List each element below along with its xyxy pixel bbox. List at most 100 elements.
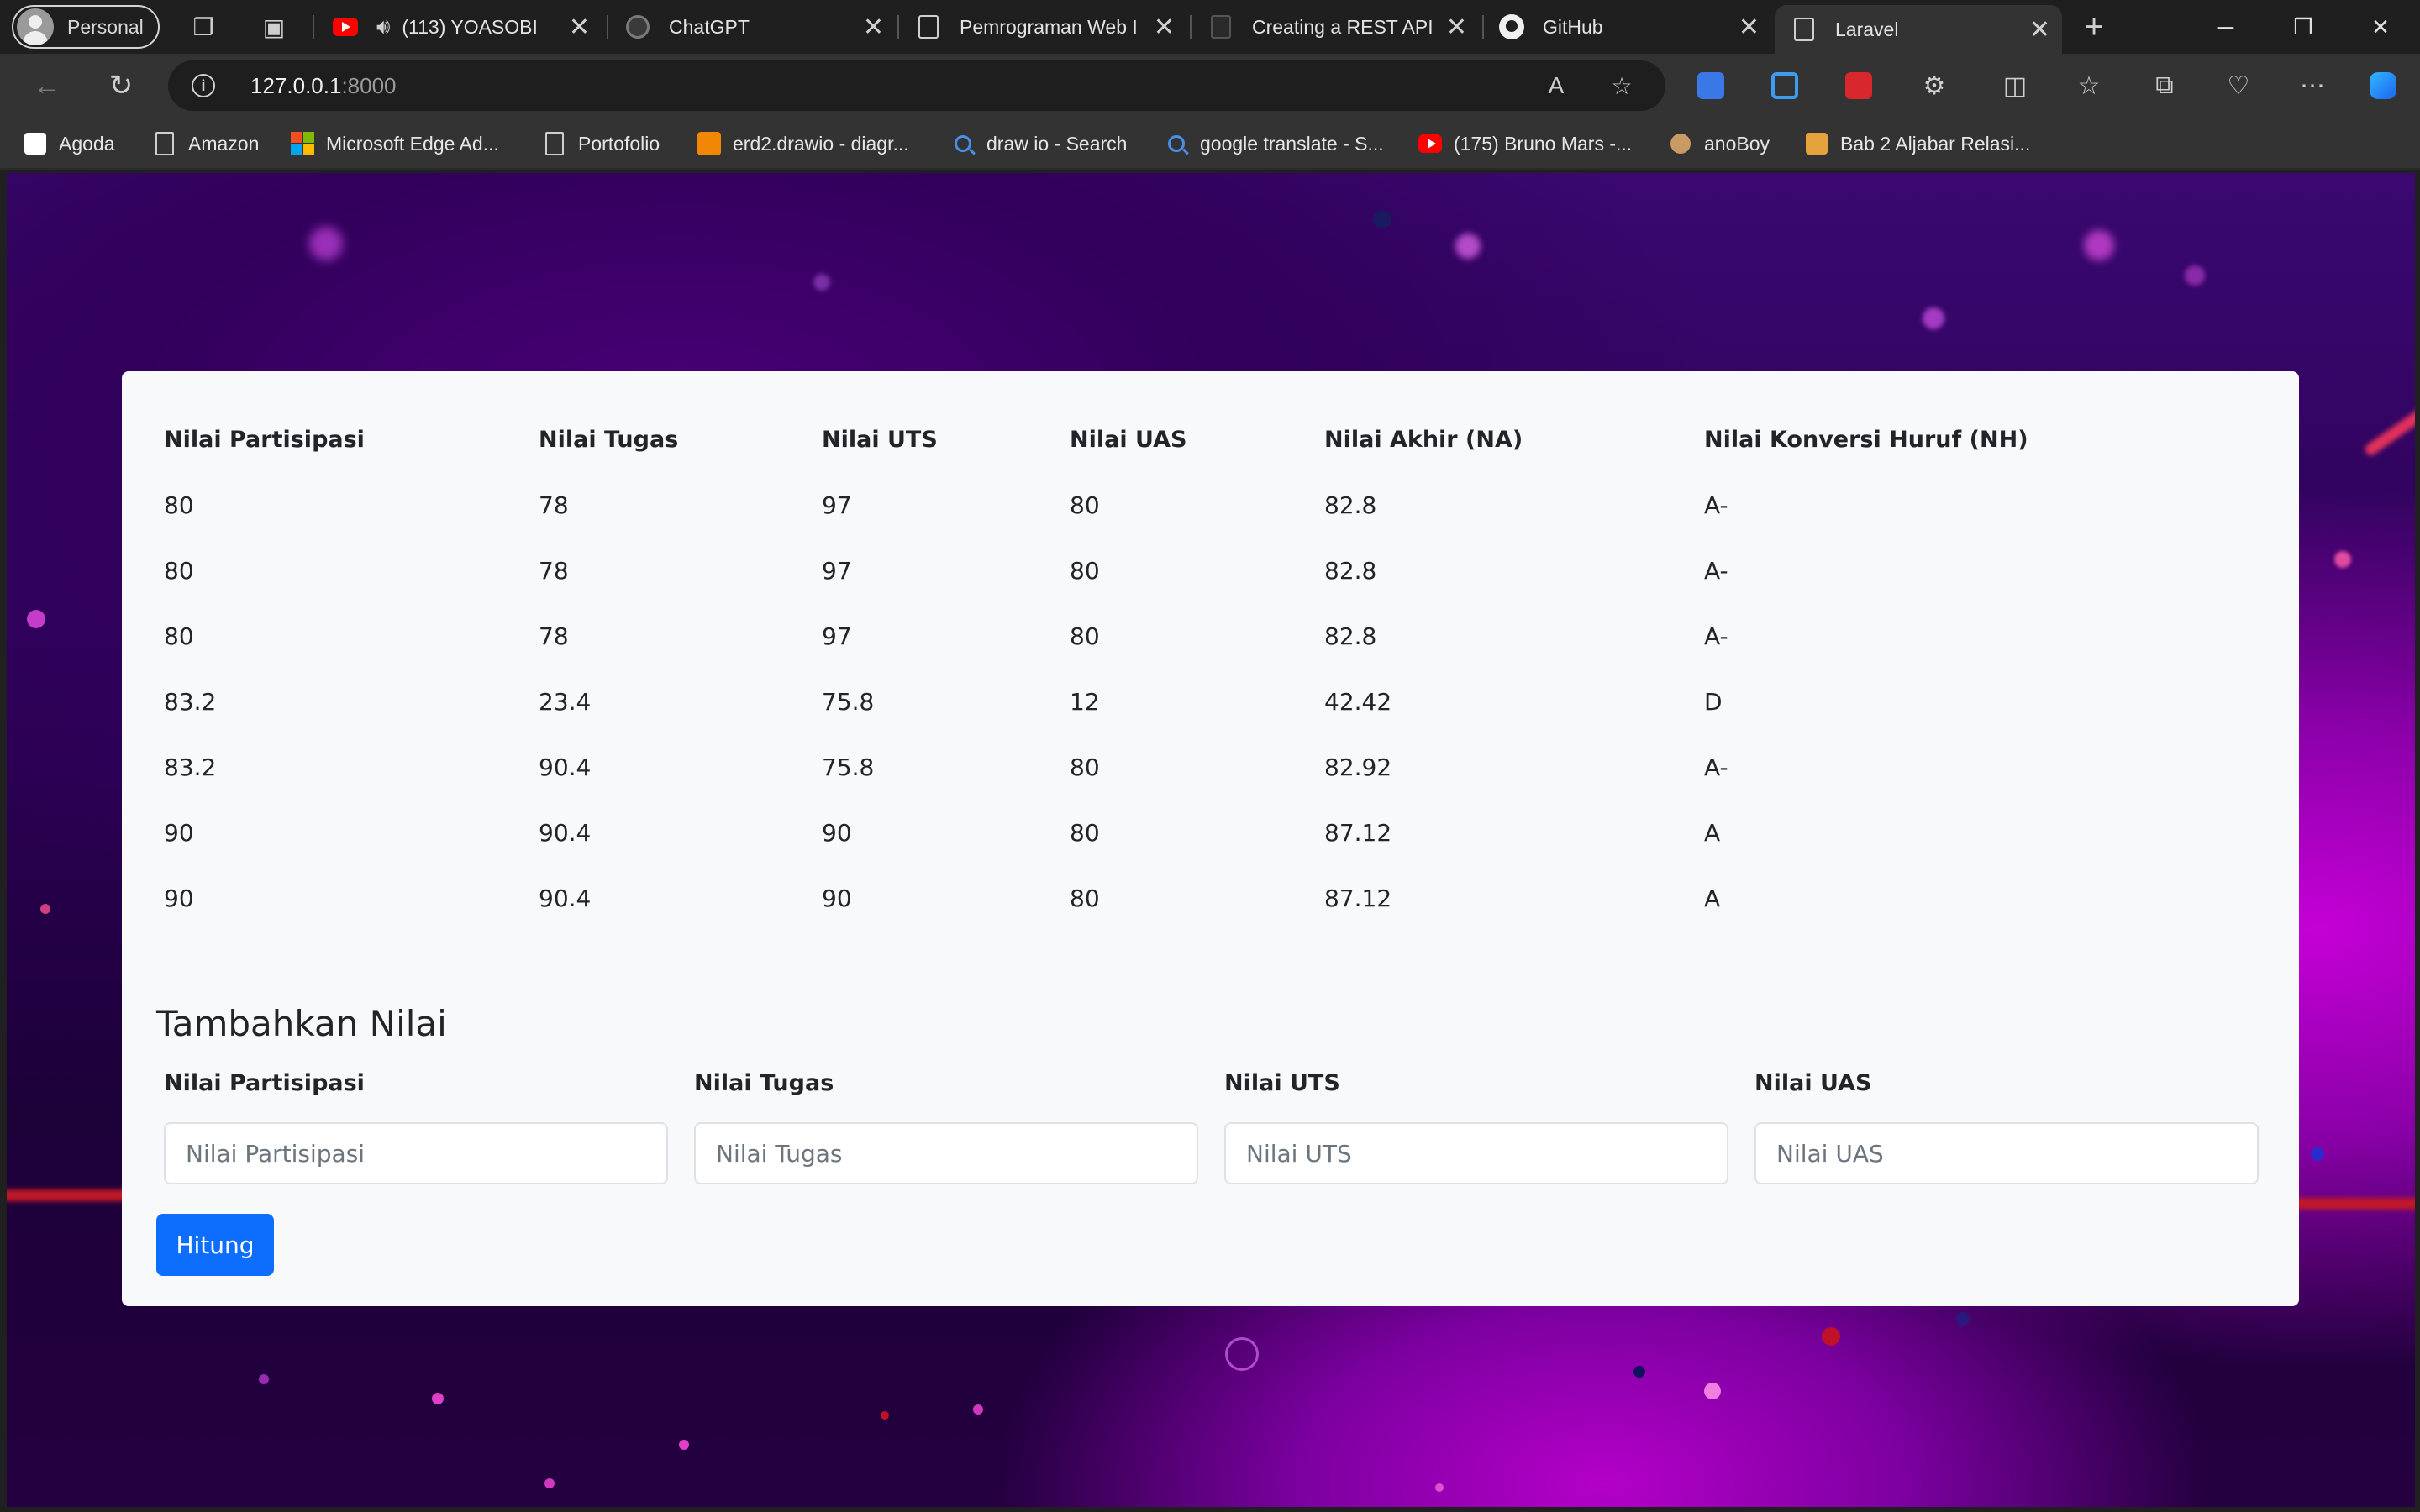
cell-tugas: 90.4 <box>539 818 592 847</box>
tab-github[interactable]: GitHub ✕ <box>1484 0 1771 54</box>
bookmark-label: Microsoft Edge Ad... <box>326 132 499 155</box>
column-header: Nilai Tugas <box>539 426 679 453</box>
cell-uas: 80 <box>1070 622 1100 650</box>
course-icon <box>1805 132 1828 155</box>
close-tab-icon[interactable]: ✕ <box>1446 13 1467 42</box>
favorites-icon[interactable]: ☆ <box>2072 69 2106 102</box>
minimize-icon[interactable]: ─ <box>2188 0 2264 54</box>
bookmark-google-translate[interactable]: google translate - S... <box>1165 129 1384 159</box>
cell-partisipasi: 83.2 <box>164 687 217 716</box>
extensions-icon[interactable]: ⚙ <box>1918 69 1951 102</box>
field-group-uts: Nilai UTS <box>1211 1070 1728 1184</box>
search-icon <box>951 132 975 155</box>
search-icon <box>1165 132 1188 155</box>
page-icon <box>916 14 941 39</box>
mendeley-extension-icon[interactable] <box>1842 69 1876 102</box>
bookmark-label: draw io - Search <box>986 132 1128 155</box>
audio-playing-icon[interactable]: 🔊︎ <box>376 13 390 40</box>
close-tab-icon[interactable]: ✕ <box>863 13 884 42</box>
youtube-icon <box>333 14 358 39</box>
field-label: Nilai UAS <box>1754 1070 1872 1096</box>
bookmark-drawio[interactable]: erd2.drawio - diagr... <box>697 129 909 159</box>
tab-title: (113) YOASOBI <box>402 15 538 38</box>
avatar <box>17 8 54 45</box>
tab-laravel[interactable]: Laravel ✕ <box>1775 5 2062 54</box>
browser-essentials-icon[interactable]: ♡ <box>2222 69 2255 102</box>
cell-nilai-huruf: A- <box>1704 556 1728 585</box>
back-icon[interactable]: ← <box>29 67 66 104</box>
profile-button[interactable]: Personal <box>12 5 160 49</box>
translate-extension-icon[interactable] <box>1694 69 1728 102</box>
more-options-icon[interactable]: ⋯ <box>2296 69 2329 102</box>
uts-input[interactable] <box>1224 1122 1728 1184</box>
new-tab-icon[interactable]: + <box>2077 8 2111 45</box>
bookmark-bab2-aljabar[interactable]: Bab 2 Aljabar Relasi... <box>1805 129 2030 159</box>
tab-rest-api[interactable]: Creating a REST API ✕ <box>1192 0 1479 54</box>
column-header: Nilai UAS <box>1070 426 1187 453</box>
url-text[interactable]: 127.0.0.1:8000 <box>250 73 397 99</box>
profile-label: Personal <box>67 15 144 38</box>
table-header-row: Nilai Partisipasi Nilai Tugas Nilai UTS … <box>150 407 2268 472</box>
drawio-icon <box>697 132 721 155</box>
copilot-icon[interactable] <box>2366 69 2400 102</box>
hitung-button[interactable]: Hitung <box>156 1214 274 1276</box>
workspaces-icon[interactable]: ❐ <box>187 10 220 44</box>
cell-uts: 90 <box>822 818 852 847</box>
read-aloud-icon[interactable]: A︎ <box>1541 71 1571 101</box>
favorite-star-icon[interactable]: ☆ <box>1607 71 1637 101</box>
column-header: Nilai UTS <box>822 426 938 453</box>
bookmark-label: (175) Bruno Mars -... <box>1454 132 1633 155</box>
close-tab-icon[interactable]: ✕ <box>2029 15 2050 45</box>
tab-title: Laravel <box>1835 18 1899 40</box>
cell-partisipasi: 80 <box>164 491 194 519</box>
tab-chatgpt[interactable]: ChatGPT ✕ <box>608 0 896 54</box>
screenshot-extension-icon[interactable] <box>1768 69 1802 102</box>
bookmark-agoda[interactable]: Agoda <box>24 129 115 159</box>
bookmark-bruno-mars[interactable]: (175) Bruno Mars -... <box>1418 129 1632 159</box>
bookmark-amazon[interactable]: Amazon <box>153 129 259 159</box>
table-row: 80 78 97 80 82.8 A- <box>150 538 2268 603</box>
tugas-input[interactable] <box>694 1122 1198 1184</box>
address-bar[interactable]: i 127.0.0.1:8000 A︎ ☆ <box>168 60 1665 111</box>
refresh-icon[interactable]: ↻ <box>103 67 139 104</box>
cell-uts: 97 <box>822 622 852 650</box>
close-window-icon[interactable]: ✕ <box>2343 0 2418 54</box>
youtube-icon <box>1418 132 1442 155</box>
cell-nilai-huruf: A- <box>1704 753 1728 781</box>
bookmark-label: erd2.drawio - diagr... <box>733 132 909 155</box>
cell-nilai-huruf: D <box>1704 687 1723 716</box>
bookmark-anoboy[interactable]: anoBoy <box>1669 129 1770 159</box>
restore-icon[interactable]: ❐ <box>2265 0 2341 54</box>
tab-youtube[interactable]: 🔊︎ (113) YOASOBI ✕ <box>316 0 602 54</box>
bookmark-edge-addons[interactable]: Microsoft Edge Ad... <box>291 129 499 159</box>
bookmarks-bar: Agoda Amazon Microsoft Edge Ad... Portof… <box>0 118 2420 170</box>
bookmark-label: Portofolio <box>578 132 660 155</box>
partisipasi-input[interactable] <box>164 1122 668 1184</box>
bookmark-portofolio[interactable]: Portofolio <box>543 129 660 159</box>
close-tab-icon[interactable]: ✕ <box>1739 13 1760 42</box>
split-screen-icon[interactable]: ◫ <box>1998 69 2032 102</box>
cell-nilai-akhir: 87.12 <box>1324 884 1392 912</box>
collections-icon[interactable]: ⧉ <box>2148 69 2181 102</box>
cell-uas: 12 <box>1070 687 1100 716</box>
cell-uas: 80 <box>1070 556 1100 585</box>
site-info-icon[interactable]: i <box>192 74 215 97</box>
close-tab-icon[interactable]: ✕ <box>1154 13 1175 42</box>
bookmark-label: anoBoy <box>1704 132 1770 155</box>
cell-partisipasi: 80 <box>164 556 194 585</box>
cell-nilai-akhir: 82.8 <box>1324 491 1377 519</box>
bookmark-draw-io-search[interactable]: draw io - Search <box>951 129 1127 159</box>
microsoft-icon <box>291 132 314 155</box>
agoda-icon <box>24 132 47 155</box>
tab-actions-icon[interactable]: ▣ <box>257 10 291 44</box>
tab-pemrograman-web[interactable]: Pemrograman Web I ✕ <box>899 0 1186 54</box>
cell-nilai-huruf: A- <box>1704 491 1728 519</box>
table-row: 83.2 23.4 75.8 12 42.42 D <box>150 669 2268 734</box>
close-tab-icon[interactable]: ✕ <box>569 13 590 42</box>
tab-title: ChatGPT <box>669 15 750 38</box>
table-row: 83.2 90.4 75.8 80 82.92 A- <box>150 734 2268 800</box>
cell-uts: 97 <box>822 556 852 585</box>
uas-input[interactable] <box>1754 1122 2259 1184</box>
cell-tugas: 78 <box>539 556 569 585</box>
cell-tugas: 90.4 <box>539 884 592 912</box>
